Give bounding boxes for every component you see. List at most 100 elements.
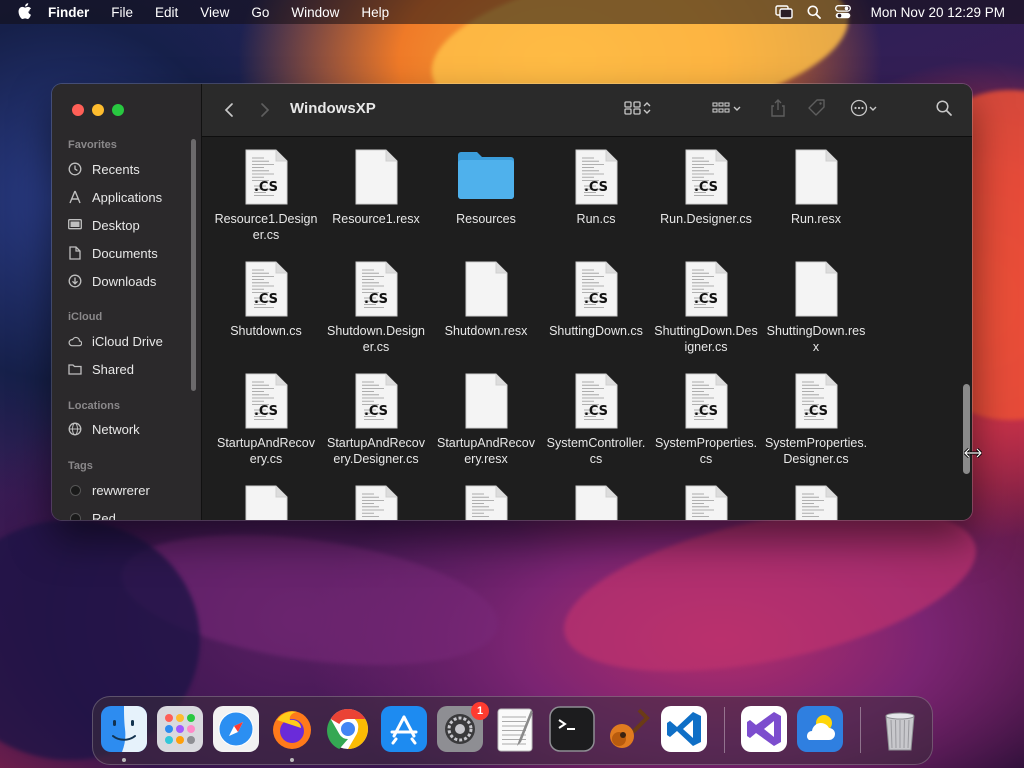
- sidebar-item-recents[interactable]: Recents: [68, 159, 140, 179]
- csharp-file-icon: .CS: [794, 373, 838, 429]
- menu-app-name[interactable]: Finder: [48, 5, 89, 20]
- dock-separator: [860, 707, 861, 753]
- tag-button[interactable]: [808, 98, 826, 122]
- file-item[interactable]: [431, 485, 541, 520]
- csharp-file-icon: .CS: [244, 373, 288, 429]
- csharp-file-icon: .CS: [244, 149, 288, 205]
- sidebar-heading-tags: Tags: [68, 460, 93, 472]
- document-file-icon: [354, 485, 398, 520]
- file-type-badge: .CS: [363, 404, 389, 419]
- launchpad-icon[interactable]: [157, 706, 203, 752]
- forward-button[interactable]: [258, 98, 272, 122]
- notification-badge: 1: [471, 702, 489, 720]
- window-title: WindowsXP: [290, 100, 376, 117]
- share-icon: [770, 98, 786, 122]
- menu-window[interactable]: Window: [291, 5, 339, 20]
- spotlight-search-icon[interactable]: [807, 5, 821, 19]
- control-center-icon[interactable]: [834, 5, 851, 19]
- group-grid-icon: [712, 100, 732, 121]
- menu-file[interactable]: File: [111, 5, 133, 20]
- file-item[interactable]: .CS Run.cs: [541, 149, 651, 227]
- file-item[interactable]: [321, 485, 431, 520]
- file-item[interactable]: Resources: [431, 149, 541, 227]
- file-item[interactable]: .CS ShuttingDown.cs: [541, 261, 651, 339]
- app-store-icon[interactable]: [381, 706, 427, 752]
- more-actions-button[interactable]: [850, 98, 878, 122]
- sidebar-item-documents[interactable]: Documents: [68, 243, 158, 263]
- file-item[interactable]: .CS Run.Designer.cs: [651, 149, 761, 227]
- file-item[interactable]: StartupAndRecovery.resx: [431, 373, 541, 467]
- sidebar-item-label: Shared: [92, 361, 134, 377]
- menu-go[interactable]: Go: [251, 5, 269, 20]
- file-item[interactable]: [211, 485, 321, 520]
- file-name: Resources: [456, 212, 516, 226]
- file-item[interactable]: .CS SystemProperties.Designer.cs: [761, 373, 871, 467]
- file-item[interactable]: [541, 485, 651, 520]
- file-name: ShuttingDown.Designer.cs: [654, 324, 758, 354]
- group-by-button[interactable]: [712, 98, 742, 122]
- file-item[interactable]: .CS StartupAndRecovery.Designer.cs: [321, 373, 431, 467]
- vscode-icon[interactable]: [661, 706, 707, 752]
- sidebar-scrollbar[interactable]: [191, 139, 196, 391]
- trash-icon[interactable]: [877, 706, 923, 752]
- sidebar-item-tag-red[interactable]: Red: [68, 508, 116, 520]
- file-item[interactable]: Run.resx: [761, 149, 871, 227]
- sidebar-item-shared[interactable]: Shared: [68, 359, 134, 379]
- back-button[interactable]: [222, 98, 236, 122]
- document-file-icon: [464, 485, 508, 520]
- sidebar-item-downloads[interactable]: Downloads: [68, 271, 156, 291]
- menu-bar-clock[interactable]: Mon Nov 20 12:29 PM: [871, 5, 1005, 20]
- file-item[interactable]: .CS StartupAndRecovery.cs: [211, 373, 321, 467]
- safari-icon[interactable]: [213, 706, 259, 752]
- document-file-icon: [244, 485, 288, 520]
- zoom-button[interactable]: [112, 104, 124, 116]
- file-item[interactable]: [651, 485, 761, 520]
- file-name: Run.Designer.cs: [660, 212, 752, 226]
- guitar-icon[interactable]: [605, 706, 651, 752]
- file-item[interactable]: .CS ShuttingDown.Designer.cs: [651, 261, 761, 355]
- clock-icon: [68, 162, 82, 176]
- file-item[interactable]: .CS SystemController.cs: [541, 373, 651, 467]
- applications-icon: [68, 190, 82, 204]
- sidebar-item-desktop[interactable]: Desktop: [68, 215, 140, 235]
- minimize-button[interactable]: [92, 104, 104, 116]
- visual-studio-icon[interactable]: [741, 706, 787, 752]
- sidebar-item-label: Recents: [92, 161, 140, 177]
- sidebar-item-network[interactable]: Network: [68, 419, 140, 439]
- terminal-icon[interactable]: [549, 706, 595, 752]
- menu-bar: Finder File Edit View Go Window Help Mon…: [0, 0, 1024, 24]
- chrome-icon[interactable]: [325, 706, 371, 752]
- view-mode-button[interactable]: [624, 98, 652, 122]
- screen-mirroring-icon[interactable]: [774, 5, 793, 19]
- file-item[interactable]: .CS Shutdown.Designer.cs: [321, 261, 431, 355]
- sidebar-item-label: rewwrerer: [92, 482, 150, 498]
- csharp-file-icon: .CS: [354, 261, 398, 317]
- file-item[interactable]: .CS Shutdown.cs: [211, 261, 321, 339]
- firefox-icon[interactable]: [269, 706, 315, 752]
- finder-icon[interactable]: [101, 706, 147, 752]
- file-item[interactable]: .CS SystemProperties.cs: [651, 373, 761, 467]
- file-item[interactable]: Resource1.resx: [321, 149, 431, 227]
- file-item[interactable]: Shutdown.resx: [431, 261, 541, 339]
- close-button[interactable]: [72, 104, 84, 116]
- menu-help[interactable]: Help: [361, 5, 389, 20]
- share-button[interactable]: [770, 98, 786, 122]
- weather-icon[interactable]: [797, 706, 843, 752]
- menu-view[interactable]: View: [200, 5, 229, 20]
- finder-window: Favorites Recents Applications Desktop D…: [52, 84, 972, 520]
- sidebar-item-tag-rewwrerer[interactable]: rewwrerer: [68, 480, 150, 500]
- search-button[interactable]: [936, 98, 952, 122]
- file-item[interactable]: .CS Resource1.Designer.cs: [211, 149, 321, 243]
- apple-menu-icon[interactable]: [18, 2, 32, 22]
- file-name: SystemController.cs: [546, 436, 646, 466]
- chevron-down-icon: [868, 100, 878, 121]
- textedit-icon[interactable]: [493, 706, 539, 752]
- sidebar-item-icloud-drive[interactable]: iCloud Drive: [68, 331, 163, 351]
- settings-icon[interactable]: 1: [437, 702, 489, 752]
- sidebar-item-applications[interactable]: Applications: [68, 187, 162, 207]
- file-item[interactable]: ShuttingDown.resx: [761, 261, 871, 355]
- search-icon: [936, 99, 952, 121]
- file-type-badge: .CS: [363, 292, 389, 307]
- file-item[interactable]: [761, 485, 871, 520]
- menu-edit[interactable]: Edit: [155, 5, 178, 20]
